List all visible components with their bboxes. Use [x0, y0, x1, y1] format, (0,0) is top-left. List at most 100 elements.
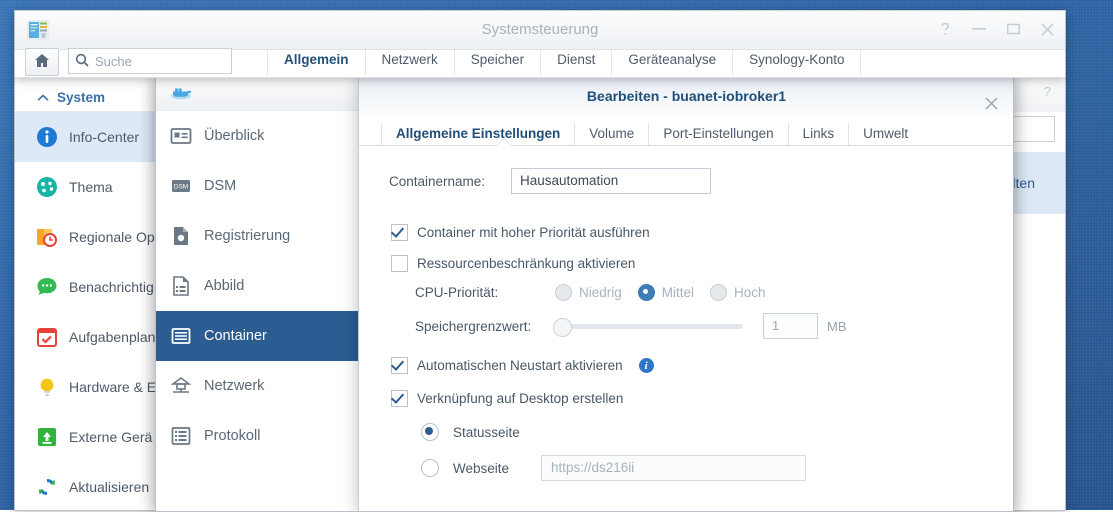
tab-synology-konto[interactable]: Synology-Konto [732, 48, 861, 75]
edit-container-dialog: Bearbeiten - buanet-iobroker1 Allgemeine… [358, 76, 1014, 511]
cpu-priority-option-niedrig[interactable]: Niedrig [555, 284, 622, 301]
resource-limit-label: Ressourcenbeschränkung aktivieren [417, 256, 635, 271]
docker-nav-label: Abbild [204, 278, 244, 294]
docker-nav-protokoll[interactable]: Protokoll [156, 411, 358, 461]
docker-logo-bar [156, 77, 358, 111]
control-panel-tabs: Allgemein Netzwerk Speicher Dienst Gerät… [267, 48, 861, 75]
external-device-icon [35, 425, 59, 449]
close-button[interactable] [1037, 19, 1057, 39]
tab-allgemeine-einstellungen[interactable]: Allgemeine Einstellungen [381, 123, 574, 145]
tab-links[interactable]: Links [788, 123, 849, 145]
control-panel-title-bar: Systemsteuerung [15, 10, 1065, 50]
docker-nav-label: Überblick [204, 128, 264, 144]
cpu-priority-radio-niedrig[interactable] [555, 284, 572, 301]
tab-port-einstellungen[interactable]: Port-Einstellungen [648, 123, 787, 145]
container-name-label: Containername: [389, 174, 511, 189]
docker-nav-abbild[interactable]: Abbild [156, 261, 358, 311]
sidebar-item-externe-geraete[interactable]: Externe Gerä [15, 412, 167, 462]
control-panel-title: Systemsteuerung [15, 21, 1065, 38]
docker-nav-ueberblick[interactable]: Überblick [156, 111, 358, 161]
sidebar-section-system[interactable]: System [15, 76, 167, 112]
resource-limit-row[interactable]: Ressourcenbeschränkung aktivieren [359, 255, 1014, 272]
tab-speicher[interactable]: Speicher [454, 48, 540, 75]
tab-label: Allgemein [284, 52, 349, 67]
desktop-shortcut-row[interactable]: Verknüpfung auf Desktop erstellen [359, 390, 1014, 407]
memory-limit-label: Speichergrenzwert: [415, 319, 555, 334]
shortcut-radio-webseite[interactable] [421, 459, 439, 477]
auto-restart-row[interactable]: Automatischen Neustart aktivieren i [359, 357, 1014, 374]
docker-nav-container[interactable]: Container [156, 311, 358, 361]
cpu-priority-option-hoch[interactable]: Hoch [710, 284, 766, 301]
docker-whale-icon [170, 83, 194, 104]
docker-nav-label: Registrierung [204, 228, 290, 244]
desktop-shortcut-label: Verknüpfung auf Desktop erstellen [417, 391, 623, 406]
resource-limit-checkbox[interactable] [391, 255, 408, 272]
memory-limit-unit: MB [827, 319, 847, 334]
sidebar-item-label: Info-Center [69, 129, 139, 145]
tab-label: Umwelt [863, 126, 908, 141]
sidebar-item-label: Thema [69, 179, 113, 195]
memory-limit-slider[interactable] [555, 324, 743, 329]
dialog-body: Containername: Hausautomation Container … [359, 146, 1014, 481]
container-name-input[interactable]: Hausautomation [511, 168, 711, 194]
search-icon [75, 53, 89, 70]
info-icon [35, 125, 59, 149]
high-priority-label: Container mit hoher Priorität ausführen [417, 225, 650, 240]
docker-sidebar: Überblick DSM DSM Registrierung Abbild C… [156, 77, 359, 511]
tab-netzwerk[interactable]: Netzwerk [365, 48, 454, 75]
sidebar-item-benachrichtigung[interactable]: Benachrichtig [15, 262, 167, 312]
docker-nav-netzwerk[interactable]: Netzwerk [156, 361, 358, 411]
sidebar-item-thema[interactable]: Thema [15, 162, 167, 212]
region-clock-icon [35, 225, 59, 249]
docker-nav-dsm[interactable]: DSM DSM [156, 161, 358, 211]
high-priority-checkbox[interactable] [391, 224, 408, 241]
sidebar-item-label: Regionale Op [69, 229, 155, 245]
tab-label: Links [803, 126, 835, 141]
dialog-tabs: Allgemeine Einstellungen Volume Port-Ein… [359, 115, 1014, 146]
memory-limit-slider-wrap: 1 MB [555, 313, 847, 339]
sidebar-item-hardware-energie[interactable]: Hardware & E [15, 362, 167, 412]
sidebar-item-aufgabenplaner[interactable]: Aufgabenplan [15, 312, 167, 362]
search-input[interactable]: Suche [68, 48, 232, 74]
minimize-button[interactable] [969, 19, 989, 39]
control-panel-toolbar: Suche Allgemein Netzwerk Speicher Dienst… [15, 50, 1065, 78]
sidebar-item-info-center[interactable]: Info-Center [15, 112, 167, 162]
cpu-priority-radio-mittel[interactable] [638, 284, 655, 301]
sidebar-item-regionale-optionen[interactable]: Regionale Op [15, 212, 167, 262]
tab-label: Synology-Konto [749, 52, 844, 67]
sidebar-item-aktualisieren[interactable]: Aktualisieren [15, 462, 167, 511]
shortcut-url-input[interactable]: https://ds216ii [541, 455, 806, 481]
tab-umwelt[interactable]: Umwelt [848, 123, 922, 145]
shortcut-option-statusseite[interactable]: Statusseite [359, 423, 1014, 441]
high-priority-row[interactable]: Container mit hoher Priorität ausführen [359, 224, 1014, 241]
shortcut-radio-statusseite[interactable] [421, 423, 439, 441]
svg-text:DSM: DSM [174, 184, 188, 191]
memory-limit-slider-handle[interactable] [553, 318, 572, 337]
docker-nav-registrierung[interactable]: Registrierung [156, 211, 358, 261]
home-button[interactable] [25, 48, 59, 76]
memory-limit-input[interactable]: 1 [763, 313, 818, 339]
docker-window: Überblick DSM DSM Registrierung Abbild C… [155, 76, 1014, 512]
tab-allgemein[interactable]: Allgemein [267, 48, 365, 75]
home-icon [34, 53, 50, 71]
info-icon[interactable]: i [639, 358, 654, 373]
cpu-priority-radio-hoch[interactable] [710, 284, 727, 301]
auto-restart-checkbox[interactable] [391, 357, 408, 374]
cpu-priority-label: CPU-Priorität: [415, 285, 555, 300]
sidebar-item-label: Benachrichtig [69, 279, 154, 295]
maximize-button[interactable] [1003, 19, 1023, 39]
tab-dienst[interactable]: Dienst [540, 48, 611, 75]
tab-geraeteanalyse[interactable]: Geräteanalyse [611, 48, 732, 75]
tab-volume[interactable]: Volume [574, 123, 648, 145]
tab-label: Allgemeine Einstellungen [396, 126, 560, 141]
shortcut-option-webseite[interactable]: Webseite https://ds216ii [359, 455, 1014, 481]
search-placeholder: Suche [95, 54, 132, 69]
help-button[interactable] [935, 19, 955, 39]
dialog-title-bar: Bearbeiten - buanet-iobroker1 [359, 77, 1014, 115]
sidebar-item-label: Aufgabenplan [69, 329, 155, 345]
sidebar-item-label: Aktualisieren [69, 479, 149, 495]
desktop-shortcut-checkbox[interactable] [391, 390, 408, 407]
dialog-title-text: Bearbeiten - buanet-iobroker1 [587, 88, 786, 104]
cpu-priority-option-mittel[interactable]: Mittel [638, 284, 694, 301]
help-icon[interactable]: ? [1044, 84, 1051, 99]
